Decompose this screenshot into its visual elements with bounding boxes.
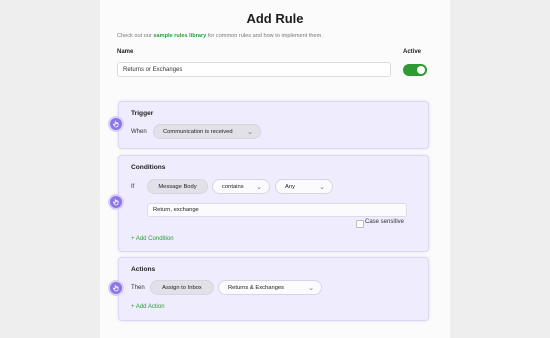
chevron-down-icon: ⌄ — [319, 184, 325, 191]
condition-operator-value: contains — [222, 184, 244, 190]
page-title: Add Rule — [246, 11, 304, 26]
action-type-value: Assign to Inbox — [162, 285, 202, 291]
sample-rules-library-link[interactable]: sample rules library — [153, 33, 206, 39]
hand-pointer-icon — [108, 194, 124, 210]
action-target-select[interactable]: Returns & Exchanges ⌄ — [218, 280, 322, 295]
subtitle-prefix: Check out our — [117, 33, 152, 39]
action-type-select[interactable]: Assign to Inbox — [150, 280, 214, 295]
condition-field-value: Message Body — [158, 184, 197, 190]
add-condition-button[interactable]: + Add Condition — [131, 236, 174, 242]
actions-card: Actions Then Assign to Inbox Returns & E… — [108, 257, 429, 321]
trigger-event-value: Communication is received — [163, 129, 233, 135]
toggle-knob — [417, 66, 425, 74]
case-sensitive-label: Case sensitive — [365, 219, 405, 225]
active-label: Active — [403, 49, 422, 55]
if-label: If — [131, 184, 135, 190]
conditions-title: Conditions — [131, 164, 166, 171]
name-label: Name — [117, 49, 134, 55]
condition-quantifier-select[interactable]: Any ⌄ — [275, 179, 333, 194]
trigger-event-select[interactable]: Communication is received ⌄ — [153, 124, 261, 139]
trigger-title: Trigger — [131, 110, 154, 117]
condition-operator-select[interactable]: contains ⌄ — [212, 179, 270, 194]
condition-field-select[interactable]: Message Body — [147, 179, 208, 194]
then-label: Then — [131, 285, 145, 291]
page-subtitle: Check out our sample rules library for c… — [117, 33, 323, 39]
trigger-card: Trigger When Communication is received ⌄ — [108, 101, 429, 149]
actions-title: Actions — [131, 266, 156, 273]
chevron-down-icon: ⌄ — [308, 285, 314, 292]
add-rule-page: Add Rule Check out our sample rules libr… — [100, 0, 450, 338]
conditions-card: Conditions If Message Body contains ⌄ An… — [108, 155, 429, 252]
chevron-down-icon: ⌄ — [247, 129, 253, 136]
hand-pointer-icon — [108, 280, 124, 296]
when-label: When — [131, 129, 147, 135]
action-target-value: Returns & Exchanges — [228, 285, 285, 291]
rule-name-input[interactable]: Returns or Exchanges — [117, 62, 391, 77]
condition-quantifier-value: Any — [285, 184, 295, 190]
active-toggle[interactable] — [403, 64, 427, 76]
condition-value-input[interactable]: Return, exchange — [147, 203, 407, 217]
chevron-down-icon: ⌄ — [256, 184, 262, 191]
hand-pointer-icon — [108, 116, 124, 132]
subtitle-suffix: for common rules and how to implement th… — [207, 33, 323, 39]
add-action-button[interactable]: + Add Action — [131, 304, 165, 310]
case-sensitive-checkbox[interactable] — [356, 220, 364, 228]
